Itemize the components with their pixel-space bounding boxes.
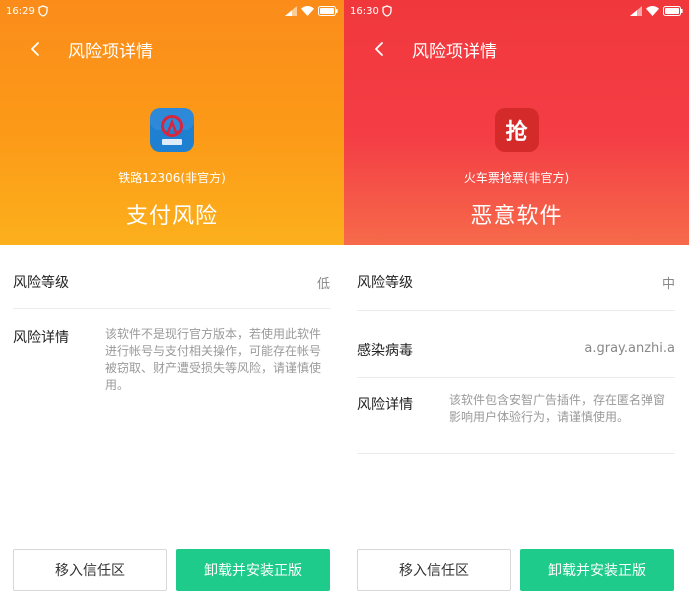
risk-type: 恶意软件: [470, 204, 563, 229]
status-bar: 16:29: [0, 0, 344, 24]
app-name: 铁路12306(非官方): [118, 171, 226, 185]
risk-level-value: 低: [316, 277, 330, 292]
title-bar: 风险项详情: [0, 34, 344, 64]
risk-header: 16:29 风险项详情 铁路12306(非官方) 支付风险: [0, 0, 344, 245]
move-to-trust-button[interactable]: 移入信任区: [357, 549, 511, 591]
wifi-icon: [301, 6, 314, 16]
railway-logo-icon: [150, 108, 194, 152]
status-icons: [630, 5, 683, 17]
divider: [13, 308, 330, 309]
risk-detail-label: 风险详情: [357, 397, 413, 413]
risk-detail-label: 风险详情: [13, 330, 69, 346]
signal-icon: [630, 6, 642, 16]
battery-icon: [318, 6, 338, 16]
back-button[interactable]: [22, 36, 48, 62]
risk-level-label: 风险等级: [13, 275, 69, 291]
battery-icon: [663, 6, 683, 16]
shield-icon: [38, 5, 48, 17]
divider: [357, 310, 675, 311]
move-to-trust-button[interactable]: 移入信任区: [13, 549, 167, 591]
risk-header: 16:30 风险项详情 抢 火车票抢票(非官方) 恶意软件: [344, 0, 689, 245]
virus-label: 感染病毒: [357, 343, 413, 359]
back-arrow-icon: [375, 42, 383, 56]
virus-name: a.gray.anzhi.a: [584, 341, 675, 356]
status-icons: [285, 5, 338, 17]
title-bar: 风险项详情: [344, 34, 689, 64]
wifi-icon: [646, 6, 659, 16]
page-title: 风险项详情: [412, 42, 497, 62]
app-icon-glyph: 抢: [505, 120, 528, 145]
uninstall-reinstall-button[interactable]: 卸载并安装正版: [520, 549, 674, 591]
status-time: 16:30: [350, 6, 379, 17]
signal-icon: [285, 6, 297, 16]
app-name: 火车票抢票(非官方): [463, 171, 570, 185]
back-button[interactable]: [366, 36, 392, 62]
risk-level-label: 风险等级: [357, 275, 413, 291]
risk-detail-text: 该软件不是现行官方版本，若使用此软件进行帐号与支付相关操作，可能存在帐号被窃取、…: [105, 327, 322, 392]
divider: [357, 453, 675, 454]
back-arrow-icon: [31, 42, 39, 56]
uninstall-reinstall-button[interactable]: 卸载并安装正版: [176, 549, 330, 591]
page-title: 风险项详情: [68, 42, 153, 62]
status-time: 16:29: [6, 6, 35, 17]
risk-detail-text: 该软件包含安智广告插件，存在匿名弹窗影响用户体验行为，请谨慎使用。: [449, 393, 666, 424]
status-bar: 16:30: [344, 0, 689, 24]
qiangpiao-app-icon: 抢: [494, 108, 539, 152]
phone-screen-right: 16:30 风险项详情 抢 火车票抢票(非官方) 恶意软件 风险等级 中 感染病…: [344, 0, 689, 597]
phone-screen-left: 16:29 风险项详情 铁路12306(非官方) 支付风险 风险等级 低 风险详…: [0, 0, 344, 597]
risk-type: 支付风险: [125, 204, 218, 229]
divider: [357, 377, 675, 378]
risk-level-value: 中: [661, 277, 675, 292]
shield-icon: [382, 5, 392, 17]
